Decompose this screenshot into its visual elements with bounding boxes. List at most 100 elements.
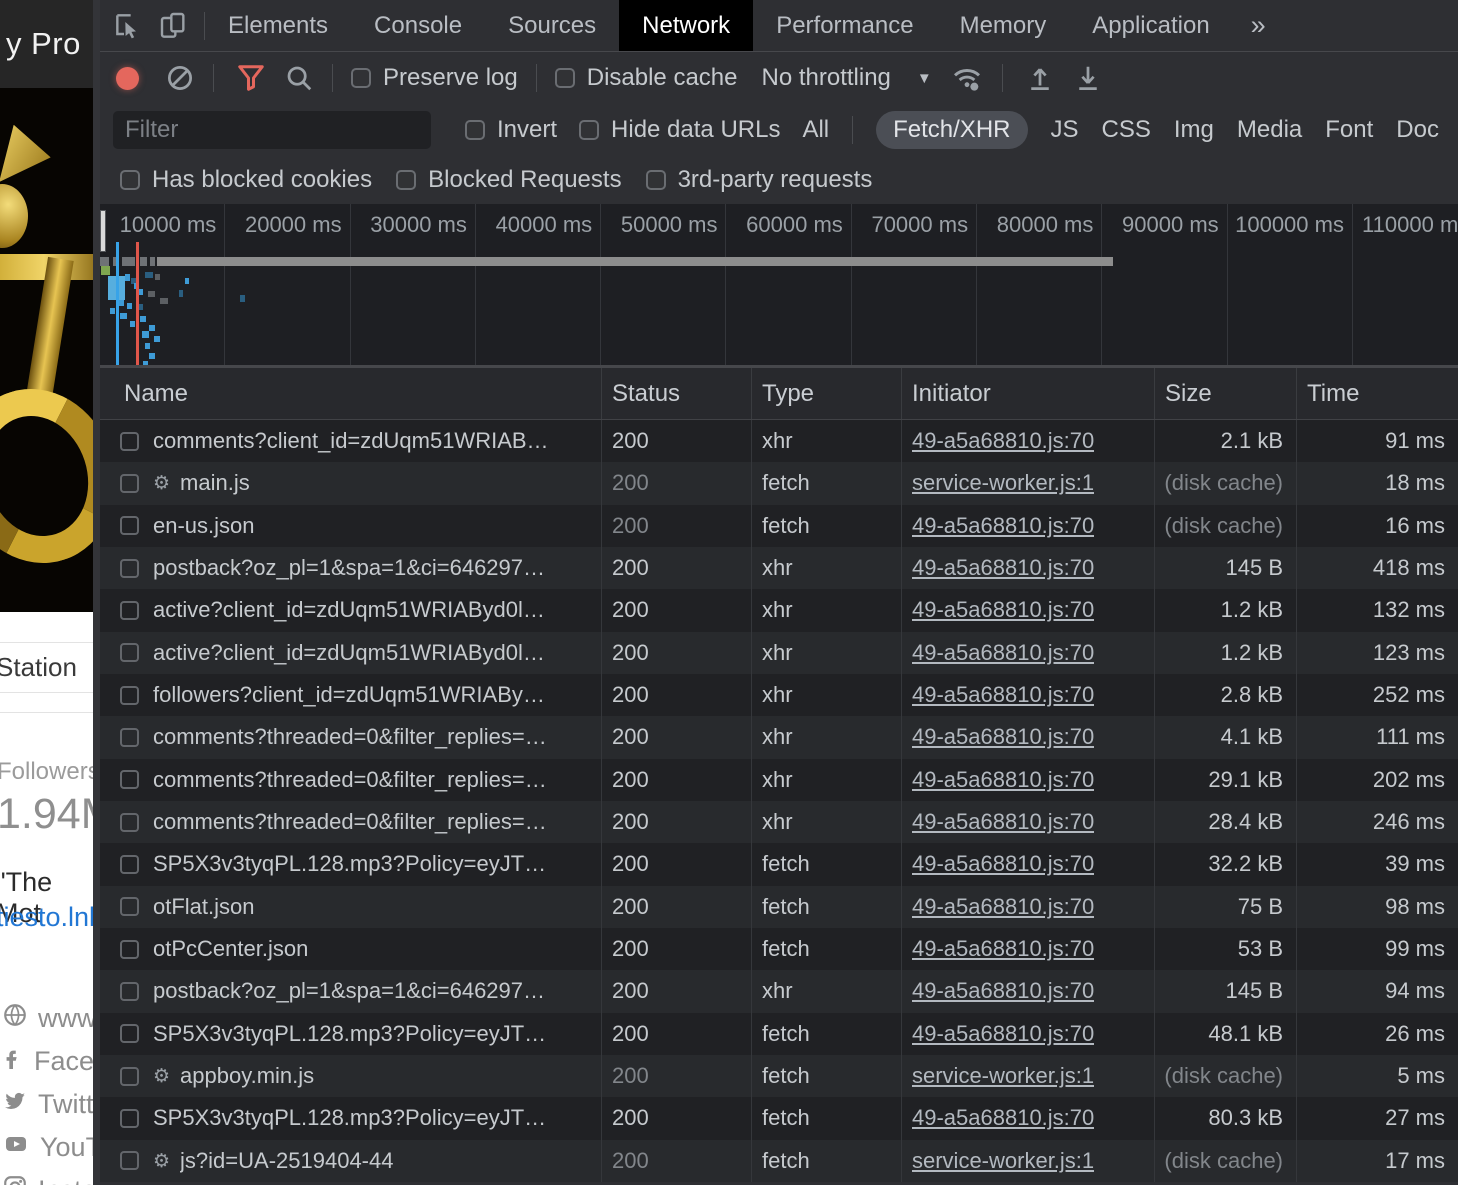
tab-console[interactable]: Console [351,0,485,51]
checkbox[interactable] [646,170,666,190]
initiator-link[interactable]: 49-a5a68810.js:70 [912,936,1094,962]
request-name[interactable]: postback?oz_pl=1&spa=1&ci=646297… [153,978,545,1004]
more-tabs-button[interactable]: » [1233,0,1284,51]
row-checkbox[interactable] [120,643,139,662]
column-header-name[interactable]: Name [100,368,602,419]
table-row[interactable]: SP5X3v3tyqPL.128.mp3?Policy=eyJT…200fetc… [100,1013,1458,1055]
row-checkbox[interactable] [120,940,139,959]
type-filter-media[interactable]: Media [1237,116,1302,144]
table-row[interactable]: postback?oz_pl=1&spa=1&ci=646297…200xhr4… [100,547,1458,589]
column-header-status[interactable]: Status [602,368,752,419]
initiator-link[interactable]: 49-a5a68810.js:70 [912,1105,1094,1131]
inspect-element-icon[interactable] [112,10,144,42]
table-row[interactable]: comments?threaded=0&filter_replies=…200x… [100,759,1458,801]
type-filter-js[interactable]: JS [1051,116,1079,144]
initiator-link[interactable]: 49-a5a68810.js:70 [912,640,1094,666]
request-name[interactable]: followers?client_id=zdUqm51WRIABy… [153,682,545,708]
type-filter-fetch-xhr[interactable]: Fetch/XHR [876,111,1027,149]
record-button[interactable] [116,67,139,90]
row-checkbox[interactable] [120,855,139,874]
checkbox[interactable] [120,170,140,190]
initiator-link[interactable]: 49-a5a68810.js:70 [912,809,1094,835]
social-link-www[interactable]: www. [2,997,100,1040]
request-name[interactable]: otFlat.json [153,894,255,920]
row-checkbox[interactable] [120,982,139,1001]
request-name[interactable]: comments?threaded=0&filter_replies=… [153,724,547,750]
initiator-link[interactable]: 49-a5a68810.js:70 [912,682,1094,708]
table-row[interactable]: postback?oz_pl=1&spa=1&ci=646297…200xhr4… [100,970,1458,1012]
network-overview[interactable]: 10000 ms20000 ms30000 ms40000 ms50000 ms… [100,204,1458,368]
row-checkbox[interactable] [120,813,139,832]
row-checkbox[interactable] [120,1109,139,1128]
type-filter-font[interactable]: Font [1325,116,1373,144]
row-checkbox[interactable] [120,432,139,451]
checkbox[interactable] [465,120,485,140]
row-checkbox[interactable] [120,1067,139,1086]
overview-drag-handle[interactable] [100,210,106,252]
request-name[interactable]: SP5X3v3tyqPL.128.mp3?Policy=eyJT… [153,851,546,877]
export-har-icon[interactable] [1073,63,1103,93]
row-checkbox[interactable] [120,1024,139,1043]
social-link-faceb[interactable]: Faceb [2,1040,100,1083]
table-row[interactable]: ⚙main.js200fetchservice-worker.js:1(disk… [100,462,1458,504]
checkbox[interactable] [351,68,371,88]
initiator-link[interactable]: 49-a5a68810.js:70 [912,724,1094,750]
table-row[interactable]: comments?client_id=zdUqm51WRIAB…200xhr49… [100,420,1458,462]
initiator-link[interactable]: 49-a5a68810.js:70 [912,597,1094,623]
row-checkbox[interactable] [120,686,139,705]
table-row[interactable]: ⚙js?id=UA-2519404-44200fetchservice-work… [100,1140,1458,1182]
social-link-insta[interactable]: Insta [2,1169,100,1185]
table-row[interactable]: SP5X3v3tyqPL.128.mp3?Policy=eyJT…200fetc… [100,843,1458,885]
bio-link[interactable]: tiesto.lnk [0,902,100,933]
table-row[interactable]: active?client_id=zdUqm51WRIAByd0l…200xhr… [100,589,1458,631]
type-filter-all[interactable]: All [802,116,829,144]
throttling-select[interactable]: No throttling ▼ [761,64,931,92]
initiator-link[interactable]: service-worker.js:1 [912,1063,1094,1089]
column-header-initiator[interactable]: Initiator [902,368,1155,419]
blocked-requests-checkbox[interactable]: Blocked Requests [396,166,621,194]
tab-sources[interactable]: Sources [485,0,619,51]
initiator-link[interactable]: 49-a5a68810.js:70 [912,513,1094,539]
table-row[interactable]: comments?threaded=0&filter_replies=…200x… [100,801,1458,843]
table-row[interactable]: active?client_id=zdUqm51WRIAByd0l…200xhr… [100,632,1458,674]
table-row[interactable]: ⚙appboy.min.js200fetchservice-worker.js:… [100,1055,1458,1097]
request-name[interactable]: comments?threaded=0&filter_replies=… [153,809,547,835]
tab-performance[interactable]: Performance [753,0,936,51]
social-link-youtu[interactable]: YouTu [2,1126,100,1169]
disable-cache-checkbox[interactable]: Disable cache [555,64,738,92]
table-row[interactable]: otPcCenter.json200fetch49-a5a68810.js:70… [100,928,1458,970]
tab-network[interactable]: Network [619,0,753,51]
filter-funnel-icon[interactable] [236,63,266,93]
initiator-link[interactable]: 49-a5a68810.js:70 [912,894,1094,920]
initiator-link[interactable]: service-worker.js:1 [912,1148,1094,1174]
initiator-link[interactable]: service-worker.js:1 [912,470,1094,496]
network-conditions-icon[interactable] [950,62,984,94]
initiator-link[interactable]: 49-a5a68810.js:70 [912,978,1094,1004]
row-checkbox[interactable] [120,601,139,620]
tab-elements[interactable]: Elements [205,0,351,51]
row-checkbox[interactable] [120,474,139,493]
request-name[interactable]: en-us.json [153,513,255,539]
request-name[interactable]: main.js [180,470,250,496]
request-name[interactable]: comments?threaded=0&filter_replies=… [153,767,547,793]
search-icon[interactable] [284,63,314,93]
column-header-type[interactable]: Type [752,368,902,419]
row-checkbox[interactable] [120,728,139,747]
3rd-party-requests-checkbox[interactable]: 3rd-party requests [646,166,873,194]
initiator-link[interactable]: 49-a5a68810.js:70 [912,555,1094,581]
initiator-link[interactable]: 49-a5a68810.js:70 [912,1021,1094,1047]
initiator-link[interactable]: 49-a5a68810.js:70 [912,428,1094,454]
row-checkbox[interactable] [120,559,139,578]
row-checkbox[interactable] [120,770,139,789]
request-name[interactable]: SP5X3v3tyqPL.128.mp3?Policy=eyJT… [153,1021,546,1047]
import-har-icon[interactable] [1025,63,1055,93]
device-toolbar-icon[interactable] [158,10,190,42]
request-name[interactable]: js?id=UA-2519404-44 [180,1148,393,1174]
request-name[interactable]: SP5X3v3tyqPL.128.mp3?Policy=eyJT… [153,1105,546,1131]
type-filter-doc[interactable]: Doc [1396,116,1439,144]
invert-checkbox[interactable]: Invert [465,116,557,144]
request-name[interactable]: comments?client_id=zdUqm51WRIAB… [153,428,549,454]
table-row[interactable]: followers?client_id=zdUqm51WRIABy…200xhr… [100,674,1458,716]
row-checkbox[interactable] [120,516,139,535]
request-name[interactable]: otPcCenter.json [153,936,308,962]
